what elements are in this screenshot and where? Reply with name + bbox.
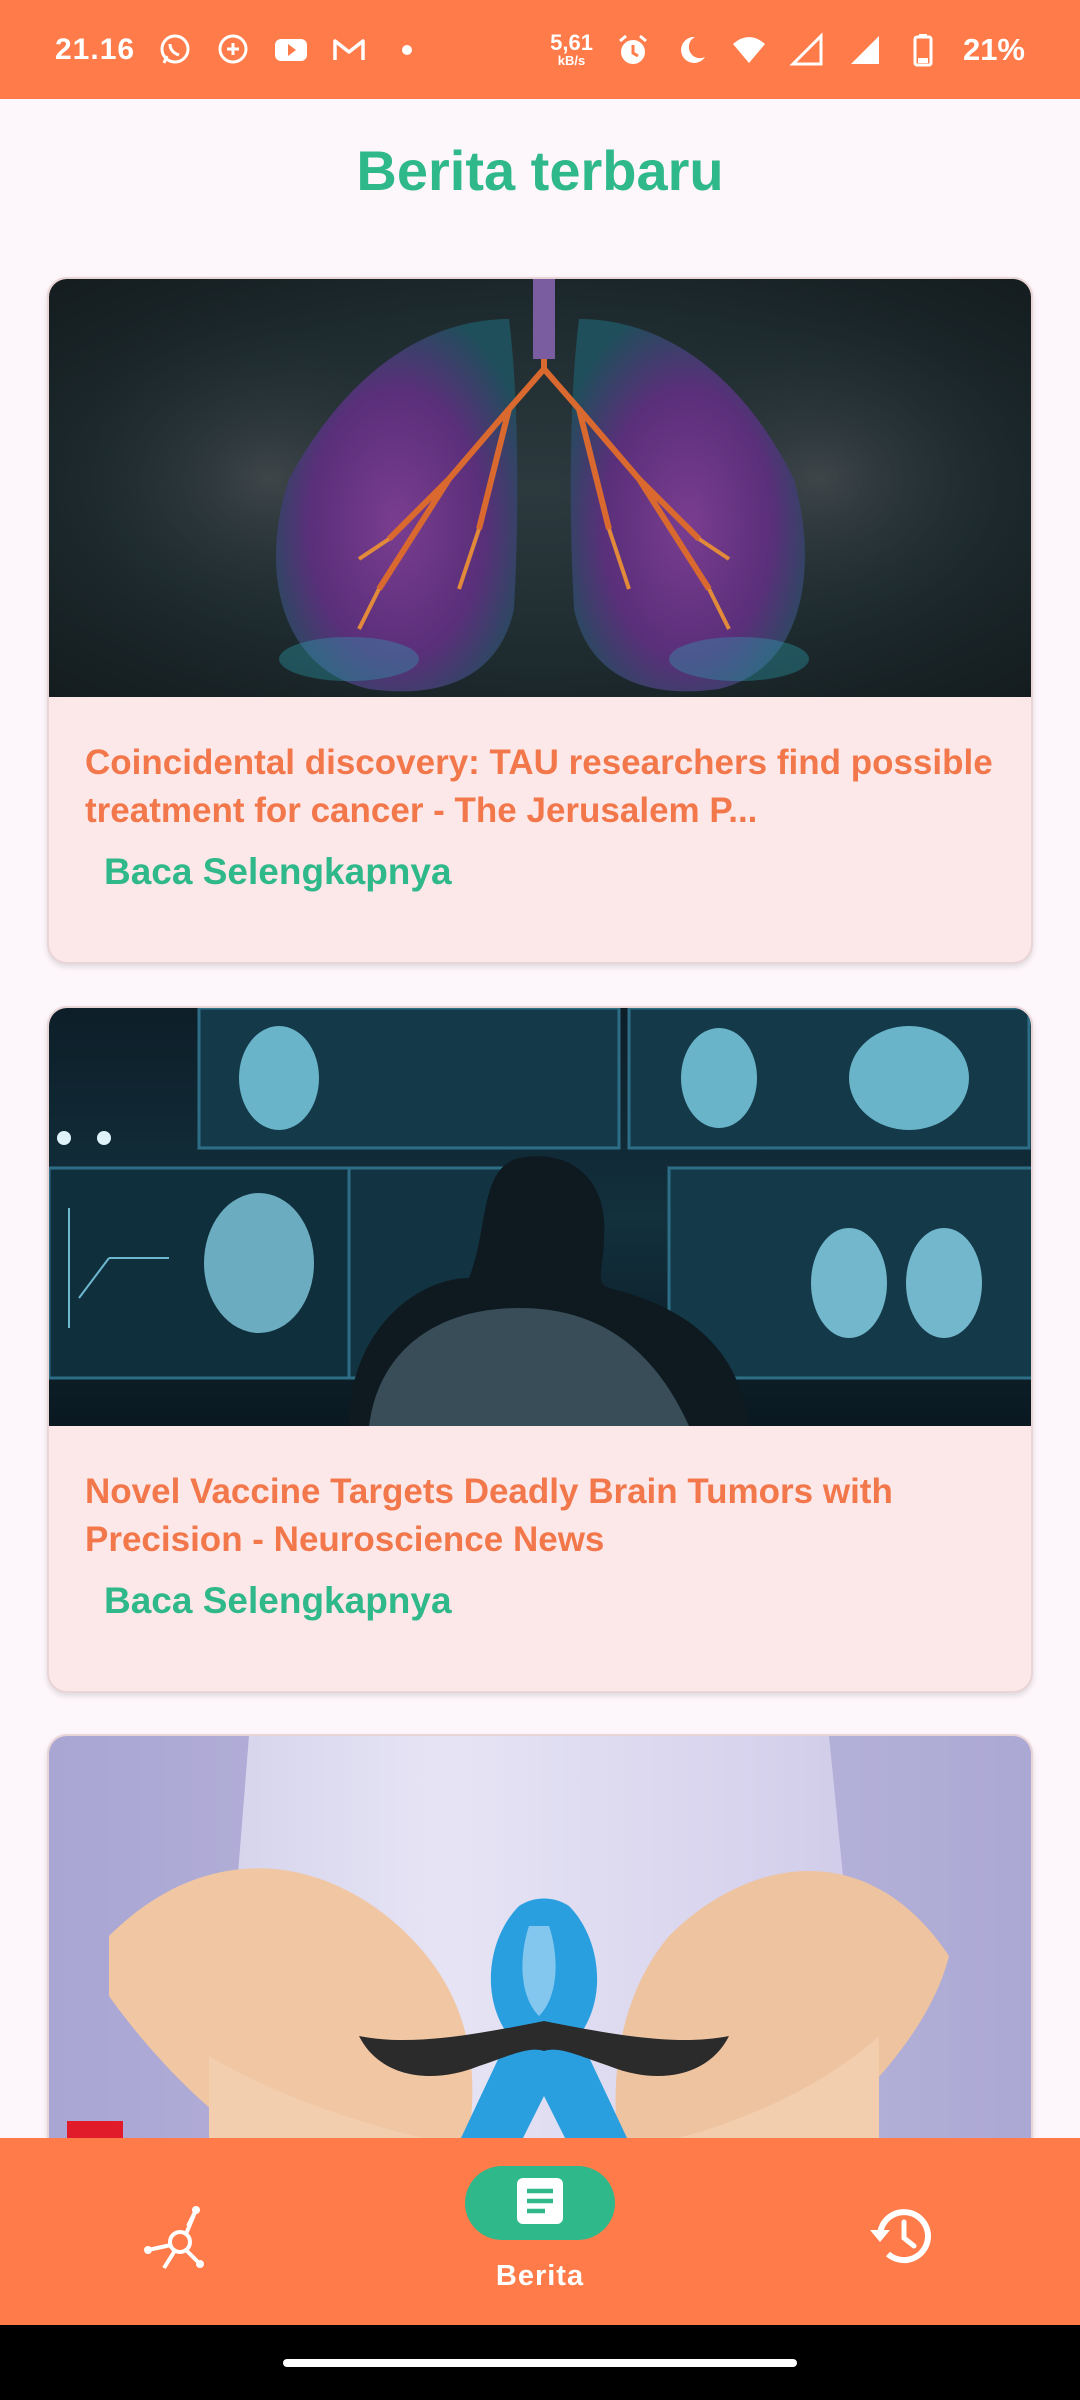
nav-active-indicator — [465, 2166, 615, 2240]
alarm-icon — [615, 32, 651, 68]
history-icon — [866, 2200, 938, 2277]
signal-icon — [847, 32, 883, 68]
article-icon — [515, 2176, 565, 2231]
news-image-lungs — [49, 279, 1031, 697]
status-right: 5,61 kB/s 21% — [550, 32, 1025, 68]
status-bar: 21.16 5,61 kB/s 21% — [0, 0, 1080, 99]
network-speed-unit: kB/s — [557, 53, 586, 68]
youtube-icon — [273, 32, 309, 68]
nav-item-berita[interactable]: Berita — [464, 2166, 616, 2293]
news-card[interactable]: Coincidental discovery: TAU researchers … — [47, 277, 1033, 964]
page-title: Berita terbaru — [356, 139, 724, 202]
status-left: 21.16 — [55, 32, 425, 68]
wifi-icon — [731, 32, 767, 68]
read-more-link[interactable]: Baca Selengkapnya — [49, 1564, 1031, 1622]
read-more-link[interactable]: Baca Selengkapnya — [49, 835, 1031, 893]
molecule-icon — [140, 2200, 220, 2285]
news-title: Novel Vaccine Targets Deadly Brain Tumor… — [85, 1472, 893, 1559]
signal-icon — [789, 31, 825, 68]
nav-item-molecule[interactable] — [140, 2200, 220, 2285]
status-time: 21.16 — [55, 32, 136, 66]
battery-percent: 21% — [962, 31, 1025, 67]
network-speed-value: 5,61 — [550, 30, 593, 55]
gmail-icon — [331, 32, 367, 68]
nav-item-history[interactable] — [866, 2200, 938, 2277]
whatsapp-icon — [157, 32, 193, 68]
news-title: Coincidental discovery: TAU researchers … — [85, 743, 993, 830]
bottom-navigation: Berita — [0, 2138, 1080, 2325]
moon-icon — [673, 32, 709, 68]
nav-label-berita: Berita — [495, 2260, 585, 2292]
news-card[interactable]: Novel Vaccine Targets Deadly Brain Tumor… — [47, 1006, 1033, 1693]
dot-icon — [389, 32, 425, 68]
battery-icon — [905, 32, 941, 68]
news-image-brain-scans — [49, 1008, 1031, 1426]
system-gesture-area — [0, 2325, 1080, 2400]
home-gesture-bar[interactable] — [283, 2359, 797, 2367]
chat-icon — [215, 32, 251, 68]
network-speed: 5,61 kB/s — [550, 30, 593, 68]
